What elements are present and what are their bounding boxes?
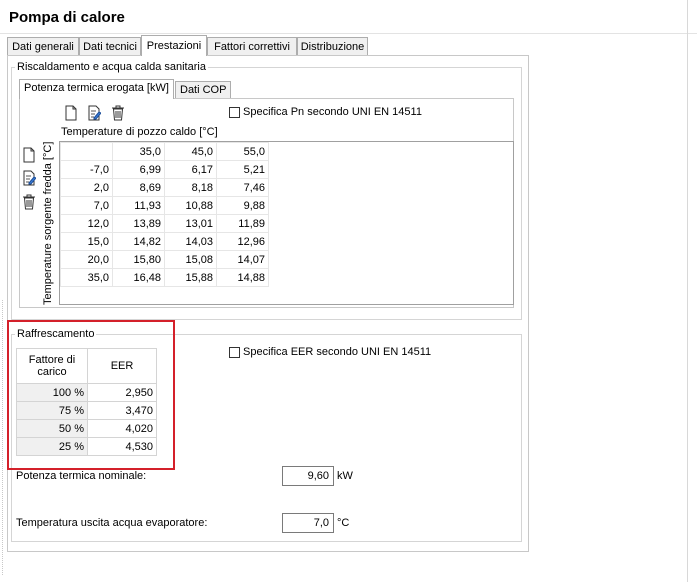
delete-column-icon[interactable] [111,105,125,121]
grid-cell[interactable]: 11,93 [112,196,165,215]
grid-row-header[interactable]: 2,0 [60,178,113,197]
evaporator-temp-label: Temperatura uscita acqua evaporatore: [16,517,208,529]
highlight-box [7,320,175,470]
grid-cell[interactable]: 7,46 [216,178,269,197]
specifica-pn-label: Specifica Pn secondo UNI EN 14511 [243,106,422,118]
grid-cell[interactable]: 15,88 [164,268,217,287]
grid-corner-cell [60,142,113,161]
grid-row-header[interactable]: 7,0 [60,196,113,215]
grid-cell[interactable]: 15,08 [164,250,217,269]
heating-group-title: Riscaldamento e acqua calda sanitaria [15,61,208,73]
table-row: 20,0 15,80 15,08 14,07 [60,250,269,269]
nominal-power-label: Potenza termica nominale: [16,470,147,482]
grid-row-header[interactable]: 15,0 [60,232,113,251]
splitter-handle[interactable] [2,300,3,575]
tab-potenza-termica[interactable]: Potenza termica erogata [kW] [19,79,174,99]
grid-cell[interactable]: 12,96 [216,232,269,251]
tab-distribuzione[interactable]: Distribuzione [297,37,368,55]
table-row: 7,0 11,93 10,88 9,88 [60,196,269,215]
grid-col-header[interactable]: 45,0 [164,142,217,161]
grid-cell[interactable]: 8,18 [164,178,217,197]
grid-row-header[interactable]: 12,0 [60,214,113,233]
grid-cell[interactable]: 14,07 [216,250,269,269]
edit-row-icon[interactable] [22,170,36,186]
table-row: 2,0 8,69 8,18 7,46 [60,178,269,197]
page-title: Pompa di calore [9,9,125,26]
new-column-icon[interactable] [64,105,78,121]
tab-prestazioni[interactable]: Prestazioni [141,35,207,56]
grid-cell[interactable]: 14,82 [112,232,165,251]
grid-cell[interactable]: 10,88 [164,196,217,215]
grid-row-header[interactable]: 20,0 [60,250,113,269]
evaporator-temp-unit: °C [337,517,350,529]
specifica-pn-checkbox[interactable] [229,107,240,118]
grid-cell[interactable]: 13,89 [112,214,165,233]
heating-grid[interactable]: 35,0 45,0 55,0 -7,0 6,99 6,17 5,21 2,0 8,69 8… [59,141,514,305]
col-header-label: Temperature di pozzo caldo [°C] [61,126,218,138]
grid-row-header[interactable]: -7,0 [60,160,113,179]
table-row: 35,0 16,48 15,88 14,88 [60,268,269,287]
grid-cell[interactable]: 6,99 [112,160,165,179]
grid-cell[interactable]: 5,21 [216,160,269,179]
table-row: 35,0 45,0 55,0 [60,142,269,161]
edit-column-icon[interactable] [87,105,101,121]
grid-cell[interactable]: 14,03 [164,232,217,251]
grid-cell[interactable]: 6,17 [164,160,217,179]
table-row: 15,0 14,82 14,03 12,96 [60,232,269,251]
grid-cell[interactable]: 9,88 [216,196,269,215]
specifica-eer-label: Specifica EER secondo UNI EN 14511 [243,346,432,358]
row-header-label: Temperature sorgente fredda [°C] [42,141,54,305]
tab-dati-tecnici[interactable]: Dati tecnici [79,37,141,55]
delete-row-icon[interactable] [22,194,36,210]
grid-cell[interactable]: 15,80 [112,250,165,269]
grid-cell[interactable]: 11,89 [216,214,269,233]
grid-cell[interactable]: 8,69 [112,178,165,197]
table-row: -7,0 6,99 6,17 5,21 [60,160,269,179]
grid-cell[interactable]: 13,01 [164,214,217,233]
grid-cell[interactable]: 16,48 [112,268,165,287]
tab-dati-cop[interactable]: Dati COP [175,81,232,99]
evaporator-temp-input[interactable]: 7,0 [282,513,334,533]
tab-dati-generali[interactable]: Dati generali [7,37,79,55]
heating-table: 35,0 45,0 55,0 -7,0 6,99 6,17 5,21 2,0 8,69 8… [60,142,269,287]
table-row: 12,0 13,89 13,01 11,89 [60,214,269,233]
nominal-power-input[interactable]: 9,60 [282,466,334,486]
title-separator [0,33,697,34]
grid-cell[interactable]: 14,88 [216,268,269,287]
new-row-icon[interactable] [22,147,36,163]
specifica-eer-checkbox[interactable] [229,347,240,358]
grid-col-header[interactable]: 55,0 [216,142,269,161]
grid-row-header[interactable]: 35,0 [60,268,113,287]
nominal-power-unit: kW [337,470,353,482]
vertical-scrollbar[interactable] [687,0,688,582]
grid-col-header[interactable]: 35,0 [112,142,165,161]
tab-fattori-correttivi[interactable]: Fattori correttivi [207,37,297,55]
